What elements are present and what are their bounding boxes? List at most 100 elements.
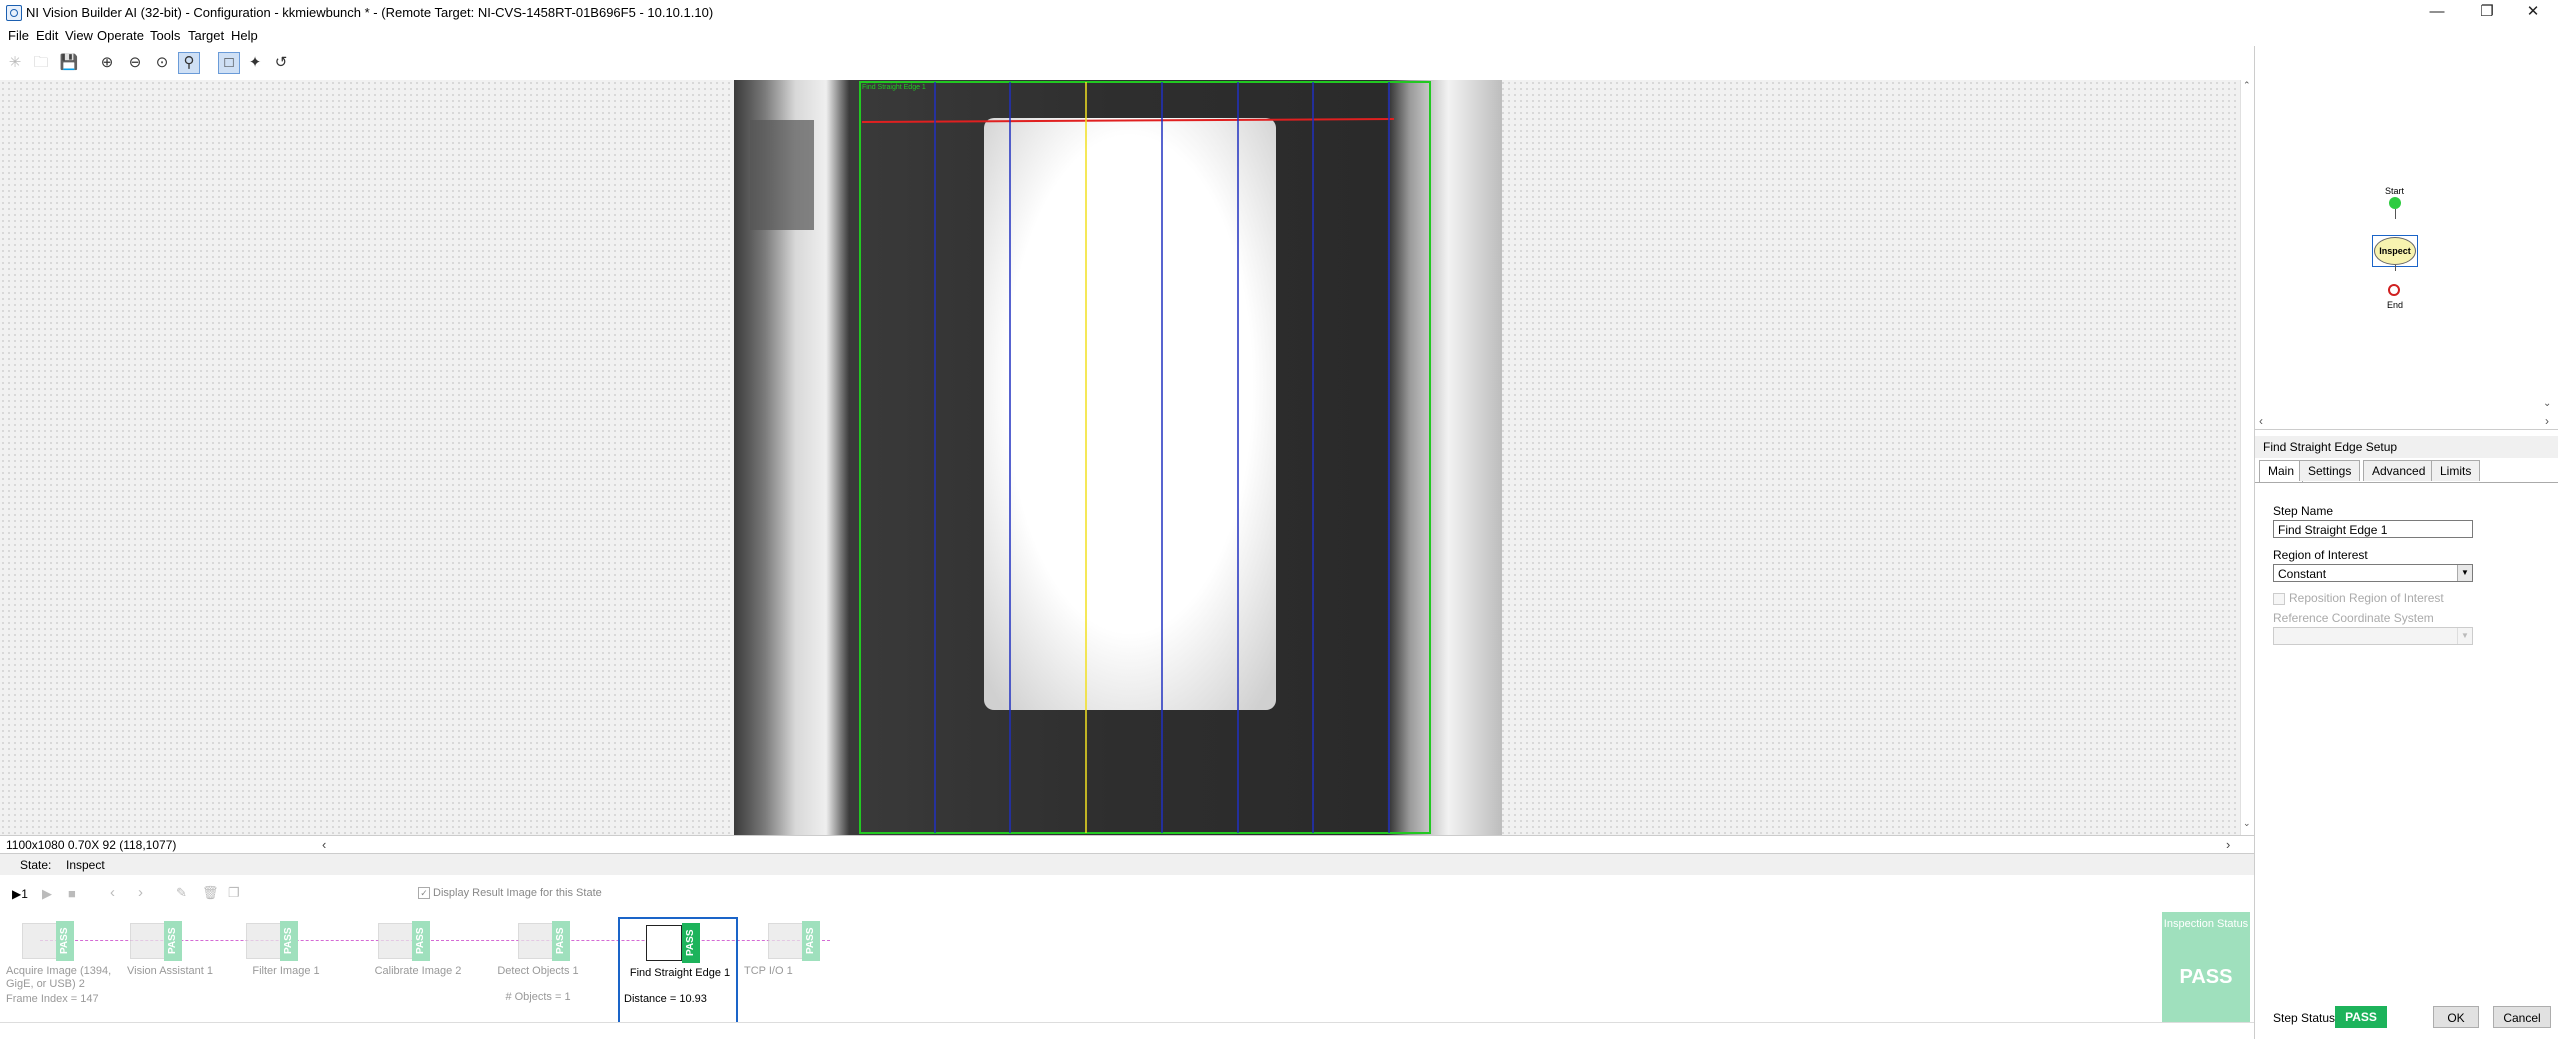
flow-end-label: End [2387,300,2404,310]
state-label: State: [20,858,52,872]
state-diagram[interactable]: Start Inspect End ⌄ ‹ › [2255,46,2558,428]
roi-select-value: Constant [2278,567,2327,581]
chevron-down-icon[interactable]: ▼ [2457,628,2472,644]
roi-select[interactable]: Constant ▼ [2273,564,2473,582]
inspection-status-title: Inspection Status [2163,918,2249,930]
vision-assistant-icon [130,923,166,959]
scroll-up-icon[interactable]: ⌃ [2243,80,2251,91]
scroll-left-icon[interactable]: ‹ [322,837,326,852]
cancel-button[interactable]: Cancel [2493,1006,2551,1028]
setup-tabs: Main Settings Advanced Limits [2255,460,2558,483]
divider [2255,429,2558,430]
menu-bar: File Edit View Operate Tools Target Help [0,26,2558,46]
step-result: Distance = 10.93 [624,993,707,1005]
step-name: TCP I/O 1 [744,965,793,977]
menu-edit[interactable]: Edit [36,28,58,43]
step-status-badge: PASS [682,923,700,963]
start-node [2389,197,2401,209]
delete-icon[interactable]: 🗑 [202,885,219,901]
step-find-straight-edge[interactable]: PASS Find Straight Edge 1 Distance = 10.… [618,917,738,1027]
inspect-state-node[interactable]: Inspect [2374,237,2416,265]
close-icon[interactable]: ✕ [2510,0,2556,26]
step-tcp-io[interactable]: PASS TCP I/O 1 [740,917,860,1027]
reposition-roi-checkbox[interactable] [2273,593,2285,605]
menu-operate[interactable]: Operate [97,28,144,43]
zoom-out-icon[interactable]: ⊖ [124,52,146,74]
setup-panel: Find Straight Edge Setup Main Settings A… [2255,436,2558,1039]
menu-help[interactable]: Help [231,28,258,43]
reference-system-label: Reference Coordinate System [2273,611,2434,625]
step-status-badge: PASS [552,921,570,961]
scroll-down-icon[interactable]: ⌄ [2543,398,2551,409]
flow-start-label: Start [2385,186,2405,196]
restore-icon[interactable]: ❐ [2464,0,2510,26]
roi-label: Region of Interest [2273,548,2368,562]
step-vision-assistant[interactable]: PASS Vision Assistant 1 [110,917,230,1027]
chevron-down-icon[interactable]: ▼ [2457,565,2472,581]
setup-header: Find Straight Edge Setup [2255,436,2558,458]
inspection-image[interactable]: Find Straight Edge 1 [734,80,1502,835]
ok-button[interactable]: OK [2433,1006,2479,1028]
toolbar: ✳ 🗀 💾 ⊕ ⊖ ⊙ ⚲ □ ✦ ↺ ▦ ? [0,48,2558,78]
zoom-fit-icon[interactable]: ⊙ [151,52,173,74]
step-detect-objects[interactable]: PASS Detect Objects 1 # Objects = 1 [478,917,598,1027]
inspection-image-canvas: Find Straight Edge 1 [734,80,1502,835]
state-value: Inspect [66,858,105,872]
next-icon[interactable]: › [138,884,143,901]
viewer-vertical-scrollbar[interactable]: ⌃ ⌄ [2240,80,2255,835]
menu-view[interactable]: View [65,28,93,43]
step-status-badge: PASS [280,921,298,961]
reference-system-select[interactable]: ▼ [2273,627,2473,645]
setup-title: Find Straight Edge Setup [2263,440,2398,454]
end-node [2388,284,2400,296]
flow-connector [2395,209,2396,219]
step-calibrate-image[interactable]: PASS Calibrate Image 2 [358,917,478,1027]
tab-advanced[interactable]: Advanced [2363,460,2435,481]
tab-main[interactable]: Main [2259,460,2304,482]
play-icon[interactable]: ▶ [42,886,52,902]
inspection-status-panel: Inspection Status PASS [2162,912,2250,1034]
reposition-roi-label: Reposition Region of Interest [2289,591,2444,605]
point-tool-icon[interactable]: ✦ [244,52,266,74]
tab-settings[interactable]: Settings [2299,460,2361,481]
steps-toolbar: ▶1 ▶ ■ ‹ › ✎ 🗑 ❐ ✓ Display Result Image … [0,875,2254,915]
copy-icon[interactable]: ❐ [228,885,240,901]
step-filter-image[interactable]: PASS Filter Image 1 [226,917,346,1027]
window-title: NI Vision Builder AI (32-bit) - Configur… [26,5,714,20]
minimize-icon[interactable]: — [2414,0,2460,26]
flow-connector [2395,265,2396,271]
rectangle-roi-icon[interactable]: □ [218,52,240,74]
scroll-right-icon[interactable]: › [2545,414,2549,428]
edit-icon[interactable]: ✎ [176,885,187,901]
run-once-button[interactable]: ▶1 [12,887,28,901]
viewer-status-bar: 1100x1080 0.70X 92 (118,1077) ‹ › [0,835,2254,854]
step-name-field[interactable]: Find Straight Edge 1 [2273,520,2473,538]
step-result: Frame Index = 147 [6,993,99,1005]
filter-icon [246,923,282,959]
zoom-in-icon[interactable]: ⊕ [96,52,118,74]
scroll-left-icon[interactable]: ‹ [2259,414,2263,428]
star-icon[interactable]: ✳ [4,52,26,74]
image-info: 1100x1080 0.70X 92 (118,1077) [6,838,177,852]
menu-tools[interactable]: Tools [150,28,180,43]
menu-file[interactable]: File [8,28,29,43]
previous-icon[interactable]: ‹ [110,884,115,901]
step-name: Detect Objects 1 [497,965,579,977]
steps-scrollbar[interactable] [0,1022,2254,1037]
open-folder-icon[interactable]: 🗀 [30,52,52,74]
display-result-checkbox[interactable]: ✓ [418,887,430,899]
scroll-down-icon[interactable]: ⌄ [2243,818,2251,829]
step-acquire-image[interactable]: PASS Acquire Image (1394, GigE, or USB) … [2,917,122,1027]
display-result-label: Display Result Image for this State [433,887,602,899]
zoom-100-icon[interactable]: ⚲ [178,52,200,74]
rotate-tool-icon[interactable]: ↺ [270,52,292,74]
step-status-badge: PASS [56,921,74,961]
save-icon[interactable]: 💾 [58,52,80,74]
scroll-right-icon[interactable]: › [2226,837,2230,852]
tab-limits[interactable]: Limits [2431,460,2481,481]
app-icon [6,5,22,21]
menu-target[interactable]: Target [188,28,224,43]
step-name-label: Step Name [2273,504,2334,518]
stop-icon[interactable]: ■ [68,886,76,901]
step-name: Acquire Image (1394, GigE, or USB) 2 [6,965,112,990]
